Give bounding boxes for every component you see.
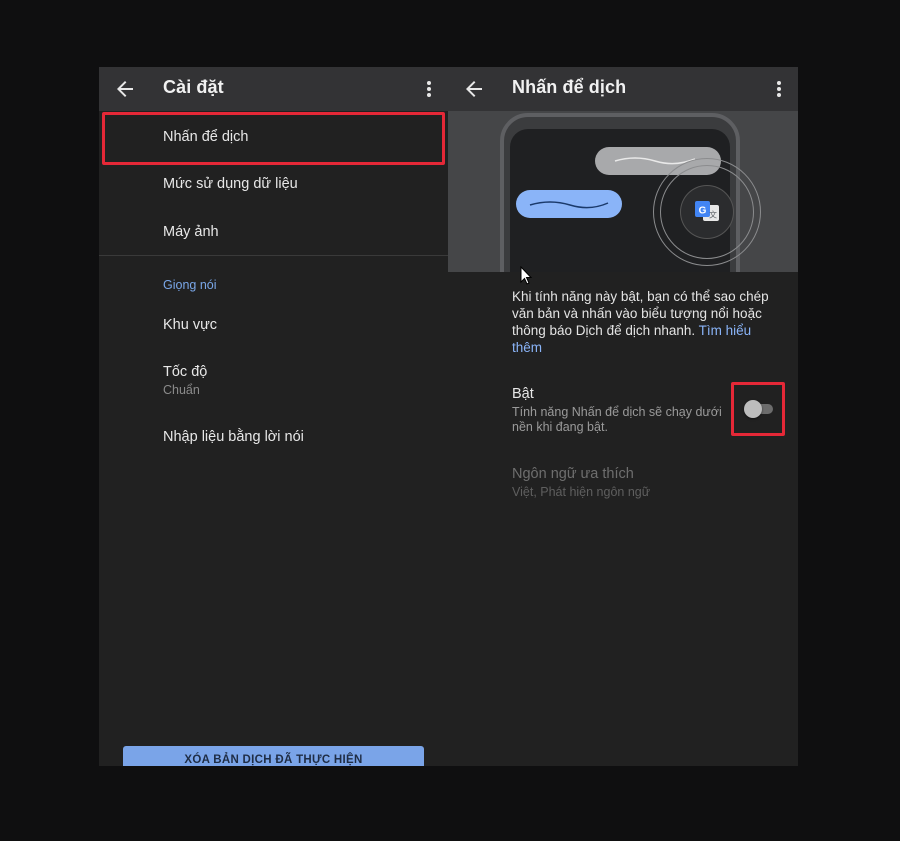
settings-title: Cài đặt [163,77,224,97]
tap-to-translate-app-bar: Nhấn để dịch [448,67,798,111]
google-translate-icon: G 文 [695,201,719,221]
svg-text:文: 文 [709,210,717,220]
back-arrow-icon[interactable] [113,77,137,101]
chat-bubble-blue [516,190,622,218]
settings-item-camera[interactable]: Máy ảnh [163,224,219,240]
tap-to-translate-panel: Nhấn để dịch G 文 Khi tính năng này bật, … [448,67,798,766]
enable-label: Bật [512,386,534,402]
feature-description: Khi tính năng này bật, bạn có thể sao ch… [512,288,782,356]
settings-app-bar: Cài đặt [99,67,448,111]
settings-item-data-usage[interactable]: Mức sử dụng dữ liệu [163,176,298,192]
speed-value: Chuẩn [163,383,200,397]
section-divider [99,255,448,256]
clear-translations-button[interactable]: XÓA BẢN DỊCH ĐÃ THỰC HIỆN [123,746,424,766]
highlight-box-tap-to-translate [102,112,445,165]
settings-item-speed[interactable]: Tốc độ [163,364,207,380]
svg-text:G: G [699,206,707,217]
more-vert-icon[interactable] [770,77,788,101]
tap-to-translate-title: Nhấn để dịch [512,77,627,97]
floating-translate-button: G 文 [681,186,733,238]
preferred-languages-label[interactable]: Ngôn ngữ ưa thích [512,466,634,482]
settings-item-voice-input[interactable]: Nhập liệu bằng lời nói [163,429,304,445]
tap-to-translate-illustration: G 文 [448,111,798,272]
mouse-cursor-icon [520,266,533,285]
enable-description: Tính năng Nhấn để dịch sẽ chạy dưới nền … [512,405,722,434]
settings-item-region[interactable]: Khu vực [163,317,217,333]
clear-translations-label: XÓA BẢN DỊCH ĐÃ THỰC HIỆN [184,754,363,766]
preferred-languages-value: Việt, Phát hiện ngôn ngữ [512,485,651,499]
screenshot-frame: Cài đặt Nhấn để dịch Mức sử dụng dữ liệu… [0,0,900,841]
highlight-box-toggle [731,382,785,436]
more-vert-icon[interactable] [420,77,438,101]
voice-section-title: Giọng nói [163,278,217,292]
back-arrow-icon[interactable] [462,77,486,101]
settings-panel: Cài đặt Nhấn để dịch Mức sử dụng dữ liệu… [99,67,448,766]
